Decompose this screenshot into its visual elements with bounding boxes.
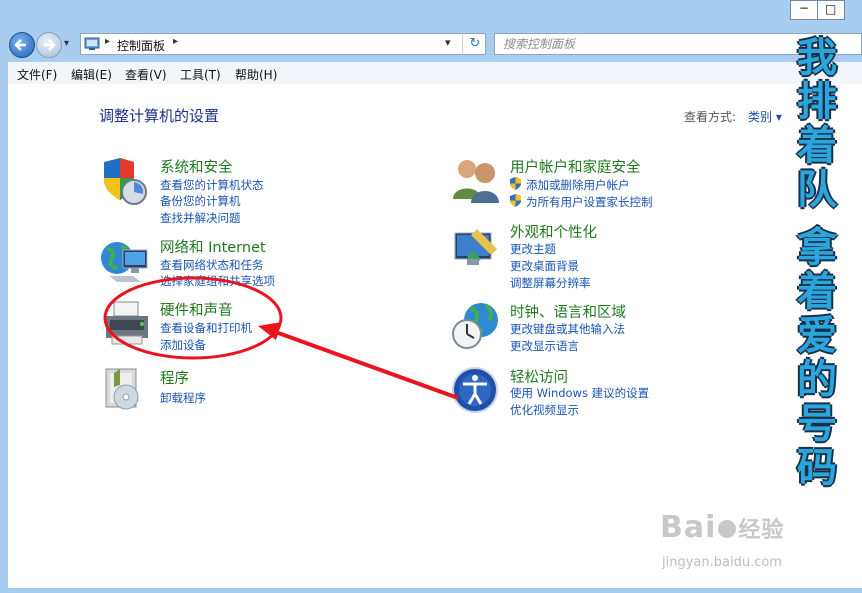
annotation-arrow-shaft <box>269 328 459 400</box>
overlay-char: 着 <box>797 123 837 169</box>
watermark-brand: Bai <box>660 510 717 545</box>
overlay-char: 队 <box>797 167 837 213</box>
overlay-char: 号 <box>797 401 837 447</box>
overlay-char: 我 <box>797 35 837 81</box>
overlay-char: 拿 <box>797 225 837 271</box>
watermark-logo: Bai 经验 <box>660 510 784 545</box>
overlay-char: 爱 <box>797 313 837 359</box>
annotation-ellipse <box>103 276 283 360</box>
overlay-vertical-text: 我 排 着 队 拿 着 爱 的 号 码 <box>792 36 842 490</box>
overlay-char: 的 <box>797 357 837 403</box>
annotation-overlay <box>103 276 459 400</box>
watermark-url: jingyan.baidu.com <box>662 555 782 570</box>
watermark-brand2: 经验 <box>738 518 785 543</box>
paw-icon <box>718 519 737 538</box>
overlay-char <box>792 212 842 226</box>
overlay-char: 码 <box>797 445 837 491</box>
window-bottom-border <box>0 588 862 593</box>
overlay-char: 排 <box>797 79 837 125</box>
overlay-char: 着 <box>797 269 837 315</box>
